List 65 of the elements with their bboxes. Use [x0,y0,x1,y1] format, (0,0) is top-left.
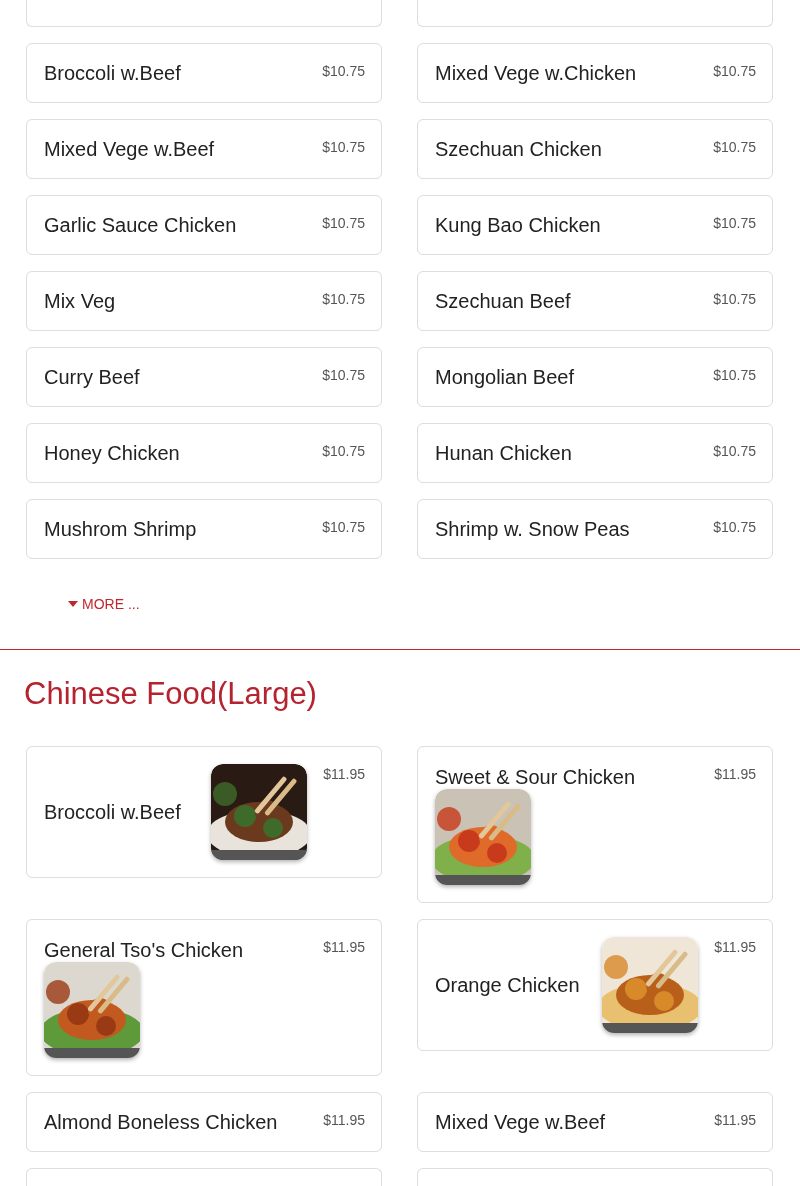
menu-item-card[interactable]: Curry Beef $10.75 [26,347,382,407]
item-price: $10.75 [322,139,365,155]
item-price: $11.95 [323,1112,365,1128]
item-price: $10.75 [713,519,756,535]
item-name: Orange Chicken [435,973,580,997]
item-price: $10.75 [322,63,365,79]
item-name: Mongolian Beef [435,365,574,389]
menu-item-card[interactable]: Mixed Vege w.Beef $10.75 [26,119,382,179]
item-price: $10.75 [713,63,756,79]
item-name: Mixed Vege w.Beef [44,137,215,161]
menu-item-card[interactable]: Szechuan Chicken $10.75 [417,119,773,179]
item-name: Mushrom Shrimp [44,517,197,541]
item-price: $10.75 [713,443,756,459]
menu-item-card[interactable] [417,0,773,27]
menu-item-card[interactable]: Sweet & Sour Chicken $11.95 [417,746,773,903]
menu-item-card[interactable]: Mushrom Shrimp $10.75 [26,499,382,559]
item-price: $11.95 [714,766,756,782]
item-name: Almond Boneless Chicken [44,1110,278,1133]
item-name: General Tso's Chicken [44,939,244,962]
item-name: Szechuan Beef [435,289,571,313]
item-name: Mix Veg [44,289,116,313]
more-link[interactable]: MORE ... [68,596,140,612]
caret-icon [68,601,78,607]
menu-item-card[interactable]: Garlic Sauce Chicken $10.75 [26,195,382,255]
item-price: $10.75 [322,519,365,535]
menu-item-card[interactable]: Hunan Chicken $10.75 [417,423,773,483]
menu-item-card[interactable]: Mongolian Beef $10.75 [417,347,773,407]
item-name: Shrimp w. Snow Peas [435,517,630,541]
section-title: Chinese Food(Large) [23,675,318,713]
item-name: Szechuan Chicken [435,137,602,161]
menu-item-card[interactable]: Mixed Vege w.Beef $11.95 [417,1092,773,1152]
menu-item-card[interactable]: General Tso's Chicken $11.95 [26,919,382,1076]
item-price: $11.95 [323,766,365,782]
item-price: $10.75 [713,215,756,231]
menu-item-card[interactable]: Szechuan Beef $10.75 [417,271,773,331]
menu-item-card[interactable]: Mix Veg $10.75 [26,271,382,331]
item-price: $10.75 [322,367,365,383]
menu-item-card[interactable]: Orange Chicken $11.95 [417,919,773,1051]
item-price: $10.75 [322,291,365,307]
item-price: $10.75 [713,367,756,383]
item-name: Garlic Sauce Chicken [44,213,237,237]
item-name: Kung Bao Chicken [435,213,601,237]
item-price: $10.75 [322,215,365,231]
menu-item-card[interactable]: Kung Bao Chicken $10.75 [417,195,773,255]
item-name: Mixed Vege w.Beef [435,1110,606,1133]
item-name: Honey Chicken [44,441,180,465]
menu-item-card[interactable]: Mixed Vege w.Chicken $10.75 [417,43,773,103]
item-name: Mixed Vege w.Chicken [435,61,637,85]
item-price: $11.95 [714,939,756,955]
item-name: Curry Beef [44,365,140,389]
item-price: $10.75 [322,443,365,459]
menu-item-card[interactable]: Honey Chicken $10.75 [26,423,382,483]
item-name: Broccoli w.Beef [44,61,181,85]
menu-item-card[interactable]: Shrimp w. Snow Peas $10.75 [417,499,773,559]
menu-item-card[interactable] [26,0,382,27]
item-price: $10.75 [713,139,756,155]
item-name: Hunan Chicken [435,441,572,465]
item-name: Broccoli w.Beef [44,800,181,824]
item-price: $10.75 [713,291,756,307]
item-name: Sweet & Sour Chicken [435,766,636,789]
menu-item-card[interactable]: Broccoli w.Beef $10.75 [26,43,382,103]
item-price: $11.95 [323,939,365,955]
item-price: $11.95 [714,1112,756,1128]
menu-item-card[interactable]: Broccoli w.Beef $11.95 [26,746,382,878]
menu-item-card[interactable]: Almond Boneless Chicken $11.95 [26,1092,382,1152]
